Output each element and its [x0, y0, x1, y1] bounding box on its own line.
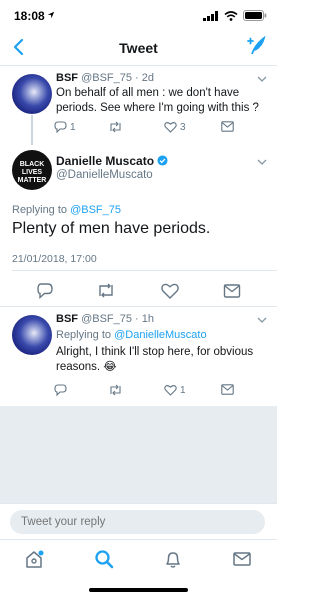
avatar-text: MATTER — [18, 177, 47, 184]
like-icon — [164, 122, 177, 133]
battery-icon — [243, 10, 267, 21]
chevron-down-icon[interactable] — [257, 158, 267, 166]
retweet-icon — [110, 121, 121, 133]
status-time: 18:08 — [14, 9, 45, 23]
avatar[interactable]: BLACK LIVES MATTER — [12, 150, 52, 190]
like-button[interactable]: 1 — [164, 384, 186, 396]
author-name: BSF — [56, 313, 78, 325]
verified-badge-icon — [157, 155, 168, 166]
tweet-text: Plenty of men have periods. — [12, 220, 211, 237]
retweet-button[interactable] — [108, 384, 123, 396]
tweet-timestamp: 21/01/2018, 17:00 — [12, 253, 97, 265]
parent-tweet[interactable]: BSF @BSF_75 · 2d On behalf of all men : … — [0, 66, 277, 146]
notifications-icon[interactable] — [162, 548, 184, 570]
home-indicator[interactable] — [89, 588, 188, 592]
reply-composer — [0, 503, 277, 539]
divider — [12, 270, 277, 271]
reply-tweet[interactable]: BSF @BSF_75 · 1h Replying to @DanielleMu… — [0, 307, 277, 405]
tweet-actions: 1 3 — [54, 121, 244, 137]
like-count: 1 — [180, 384, 186, 396]
chevron-down-icon[interactable] — [257, 75, 267, 83]
author-name-row: Danielle Muscato — [56, 154, 168, 168]
author-name: Danielle Muscato — [56, 154, 155, 168]
avatar-text: LIVES — [22, 169, 43, 176]
reply-button[interactable]: 1 — [54, 121, 76, 133]
chevron-down-icon[interactable] — [257, 316, 267, 324]
retweet-button[interactable] — [108, 121, 123, 133]
replying-prefix: Replying to — [56, 329, 115, 341]
avatar[interactable] — [12, 74, 52, 114]
direct-message-button[interactable] — [221, 121, 234, 132]
reply-input[interactable] — [10, 510, 265, 534]
retweet-icon[interactable] — [96, 281, 116, 301]
author-handle: @DanielleMuscato — [56, 169, 153, 181]
replying-to-label: Replying to @DanielleMuscato — [56, 328, 263, 343]
avatar-text: BLACK — [20, 161, 45, 168]
search-icon[interactable] — [93, 548, 115, 570]
location-arrow-icon — [47, 11, 55, 19]
like-count: 3 — [180, 121, 186, 133]
focused-tweet-actions — [0, 281, 277, 301]
replying-to-link[interactable]: @BSF_75 — [70, 204, 121, 216]
author-handle: @BSF_75 — [81, 72, 132, 84]
direct-message-icon — [221, 384, 234, 395]
like-button[interactable]: 3 — [164, 121, 186, 133]
tweet-text: Alright, I think I'll stop here, for obv… — [56, 346, 254, 373]
like-icon — [164, 385, 177, 396]
page-title: Tweet — [119, 40, 158, 56]
reply-icon — [54, 384, 67, 396]
cellular-signal-icon — [203, 10, 218, 21]
compose-tweet-icon[interactable] — [246, 35, 268, 57]
status-indicators — [203, 10, 267, 21]
black-lives-matter-avatar-icon: BLACK LIVES MATTER — [18, 161, 47, 184]
retweet-icon — [110, 384, 121, 396]
direct-message-icon — [221, 121, 234, 132]
avatar[interactable] — [12, 315, 52, 355]
home-icon[interactable] — [23, 548, 45, 570]
replying-prefix: Replying to — [12, 204, 71, 216]
empty-area — [0, 406, 277, 503]
thread-connector-line — [31, 115, 33, 145]
reply-icon[interactable] — [35, 281, 55, 301]
tweet-header: BSF @BSF_75 · 1h — [56, 313, 154, 325]
navigation-bar: Tweet — [0, 30, 277, 66]
direct-message-button[interactable] — [221, 384, 234, 395]
tweet-age: · 1h — [135, 313, 155, 325]
status-bar: 18:08 — [0, 0, 277, 30]
tweet-header: BSF @BSF_75 · 2d — [56, 72, 154, 84]
tab-bar — [0, 539, 277, 600]
author-name: BSF — [56, 72, 78, 84]
like-icon[interactable] — [160, 281, 180, 301]
replying-to-link[interactable]: @DanielleMuscato — [114, 329, 207, 341]
tweet-actions: 1 — [54, 384, 244, 400]
tweet-age: · 2d — [135, 72, 155, 84]
reply-count: 1 — [70, 121, 76, 133]
reply-icon — [54, 121, 67, 133]
direct-message-icon[interactable] — [222, 281, 242, 301]
messages-icon[interactable] — [231, 548, 253, 570]
wifi-icon — [224, 10, 238, 21]
tweet-text: On behalf of all men : we don't have per… — [56, 87, 259, 114]
author-handle: @BSF_75 — [81, 313, 132, 325]
replying-to-label: Replying to @BSF_75 — [12, 204, 121, 216]
reply-button[interactable] — [54, 384, 67, 396]
